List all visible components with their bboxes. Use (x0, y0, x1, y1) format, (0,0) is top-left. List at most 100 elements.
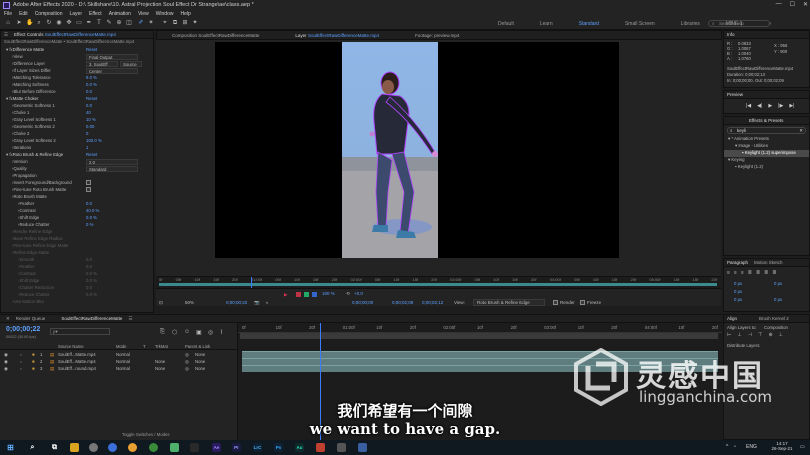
effect-param-row[interactable]: › Choke 1 40 (3, 109, 153, 116)
tab-motion-sketch[interactable]: Motion Sketch (754, 260, 783, 265)
minimize-button[interactable]: — (776, 1, 782, 8)
col-mode[interactable]: Mode (116, 344, 126, 349)
snapshot-icon[interactable]: 📷 (254, 300, 260, 306)
effect-param-select[interactable]: Final Output (86, 53, 138, 60)
tab-info[interactable]: Info (727, 32, 735, 37)
tab-brush-kernel[interactable]: Brush Kernel 2 (759, 316, 789, 321)
reset-button[interactable]: Reset (86, 152, 97, 157)
app-icon-orange[interactable] (128, 443, 137, 452)
viewer-timecode[interactable]: 0;00;00;22 (226, 300, 247, 305)
viewer-canvas[interactable] (215, 42, 619, 258)
effect-param-value[interactable]: 0.00 (86, 124, 94, 129)
effect-param-value[interactable]: 1 (86, 145, 88, 150)
effect-param-row[interactable]: ▾ fx Roto Brush & Refine Edge Reset (3, 151, 153, 158)
align-vertical-center-icon[interactable]: ⊕ (768, 332, 772, 338)
notifications-icon[interactable]: ▭ (800, 444, 805, 450)
effect-param-select[interactable]: 2.0 (86, 158, 138, 165)
pen-tool-icon[interactable]: ✒ (86, 20, 92, 27)
last-frame-button[interactable]: ▶| (789, 103, 794, 109)
effect-param-row[interactable]: › Gray Level Softness 2 100.0 % (3, 137, 153, 144)
layer-color-label[interactable]: ■ (32, 359, 35, 364)
effect-param-row[interactable]: › Gray Level Softness 1 10 % (3, 116, 153, 123)
effects-search-input[interactable]: ⌕ keyli ✕ (727, 127, 806, 134)
disclosure-triangle-icon[interactable]: › (3, 159, 13, 164)
layer-color-label[interactable]: ■ (32, 352, 35, 357)
color-swatch-blue[interactable] (312, 292, 317, 297)
effect-param-row[interactable]: › Difference Layer 3. SoulEff Source (3, 60, 153, 67)
effect-param-value[interactable]: 0.0 (86, 201, 92, 206)
timeline-layer-row[interactable]: ◉ ▫ ■ 1 ▤ SoulEff...Matte.mp4 Normal ◎ None (0, 351, 238, 358)
effect-param-value[interactable]: 10 % (86, 117, 96, 122)
roto-brush-tool-icon[interactable]: ✐ (138, 20, 144, 27)
effect-param-value[interactable]: 0.0 (86, 285, 92, 290)
effect-param-row[interactable]: › Shift Edge 0.0 % (3, 214, 153, 221)
effect-param-row[interactable]: › Smooth 0.0 (3, 256, 153, 263)
disclosure-triangle-icon[interactable]: › (3, 166, 13, 171)
composition-viewer[interactable] (156, 40, 721, 276)
task-view-icon[interactable]: ⧉ (50, 443, 59, 452)
effect-param-row[interactable]: › Matching Tolerance 9.0 % (3, 74, 153, 81)
effect-param-value[interactable]: 9.0 % (86, 75, 97, 80)
justify-all-icon[interactable]: ≣ (772, 270, 776, 276)
tab-effect-controls[interactable]: Effect Controls SoulEffectRawDifferenceM… (14, 32, 116, 37)
magnify-icon[interactable]: ⊡ (159, 300, 163, 306)
zoom-select[interactable]: 50% (185, 300, 194, 305)
col-trkmat[interactable]: TrkMat (155, 344, 168, 349)
lightroom-taskbar-icon[interactable]: LrC (253, 443, 262, 452)
exposure-value[interactable]: +0.0 (354, 291, 363, 296)
play-button[interactable]: ▶ (768, 103, 772, 109)
layer-mode-select[interactable]: Normal (116, 359, 130, 364)
snapping-icon[interactable]: ⌖ (162, 20, 168, 27)
disclosure-triangle-icon[interactable]: › (3, 89, 13, 94)
comp-flowchart-icon[interactable]: ⎘ (160, 329, 165, 336)
disclosure-triangle-icon[interactable]: › (3, 68, 13, 73)
align-to-select[interactable]: Composition (764, 325, 788, 330)
effect-param-row[interactable]: › Quality Standard (3, 165, 153, 172)
panel-menu-icon[interactable]: ☰ (4, 32, 8, 38)
workspace-libraries[interactable]: Libraries (681, 21, 700, 27)
effect-param-row[interactable]: › Contrast 40.0 % (3, 207, 153, 214)
effect-param-row[interactable]: › Fine-tune Roto Brush Matte (3, 186, 153, 193)
effect-param-row[interactable]: › Invert Foreground/Background (3, 179, 153, 186)
disclosure-triangle-icon[interactable]: › (3, 75, 13, 80)
fill-icon[interactable]: ✦ (192, 20, 198, 27)
layer-name[interactable]: SoulEff...Matte.mp4 (58, 352, 96, 357)
layer-parent-select[interactable]: None (195, 359, 205, 364)
app-icon-red[interactable] (316, 443, 325, 452)
menu-edit[interactable]: Edit (19, 11, 28, 17)
audition-taskbar-icon[interactable]: Au (295, 443, 304, 452)
rectangle-tool-icon[interactable]: ▭ (76, 20, 82, 27)
end-time-value[interactable]: 0;00;02;12 (422, 300, 443, 305)
search-help-input[interactable]: ⌕ Search Help (708, 20, 770, 27)
taskbar-clock[interactable]: 14:17 26-Sep-21 (770, 441, 794, 451)
disclosure-triangle-icon[interactable]: › (3, 180, 13, 185)
col-source-name[interactable]: Source Name (58, 344, 84, 349)
layer-name[interactable]: SoulEff...Matte.mp4 (58, 359, 96, 364)
eye-icon[interactable]: ◉ (4, 366, 8, 372)
layer-mode-select[interactable]: Normal (116, 366, 130, 371)
duration-value[interactable]: 0;00;02;09 (392, 300, 413, 305)
effect-param-checkbox[interactable] (86, 180, 91, 185)
color-swatch-red[interactable] (296, 292, 301, 297)
effects-tree-item[interactable]: ▪ Keylight (1.2) (724, 164, 809, 171)
freeze-checkbox[interactable] (580, 300, 585, 305)
disclosure-triangle-icon[interactable]: › (3, 173, 13, 178)
maximize-button[interactable]: ☐ (790, 1, 795, 8)
effects-tree-item[interactable]: ▾ Keying (724, 157, 809, 164)
effect-param-row[interactable]: › Blur Before Difference 0.0 (3, 88, 153, 95)
effects-tree-item[interactable]: ▾ * Animation Presets (724, 136, 809, 143)
indent-first-field[interactable]: 0 px (734, 289, 742, 294)
align-horizontal-center-icon[interactable]: ⊥ (737, 332, 741, 338)
disclosure-triangle-icon[interactable]: › (3, 222, 19, 227)
effect-param-row[interactable]: › View Final Output (3, 53, 153, 60)
align-center-icon[interactable]: ≡ (734, 270, 737, 276)
disclosure-triangle-icon[interactable]: › (3, 292, 19, 297)
tab-paragraph[interactable]: Paragraph (727, 260, 748, 265)
menu-help[interactable]: Help (180, 11, 190, 17)
tab-render-queue[interactable]: Render Queue (16, 316, 46, 321)
timeline-layer-row[interactable]: ◉ ▫ ■ 3 ▤ SoulEff...round.mp4 Normal None ◎ None (0, 365, 238, 372)
effect-param-value[interactable]: 0.0 % (86, 271, 97, 276)
rotate-tool-icon[interactable]: ↻ (46, 20, 52, 27)
effect-param-value[interactable]: 0.0 % (86, 278, 97, 283)
disclosure-triangle-icon[interactable]: › (3, 271, 19, 276)
